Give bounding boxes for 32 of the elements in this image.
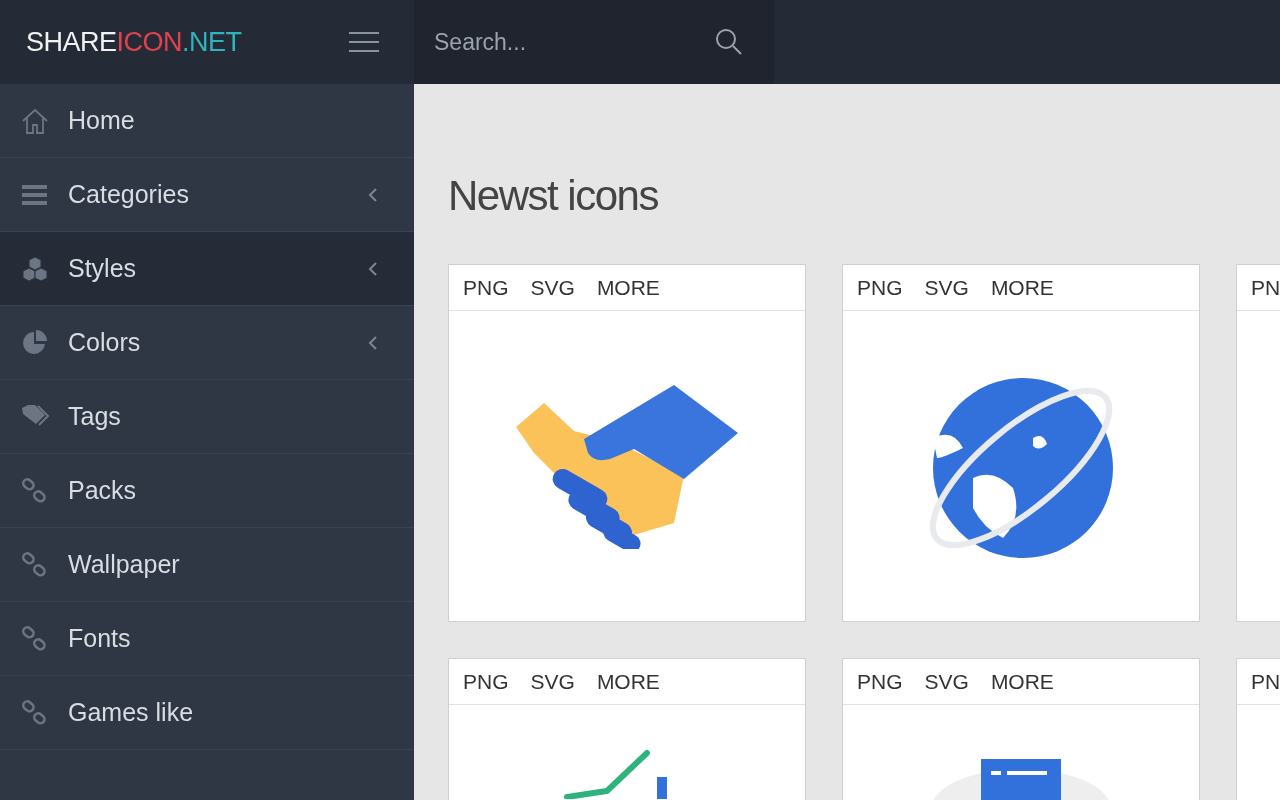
download-link[interactable]: MORE bbox=[990, 275, 1054, 300]
download-link[interactable]: PNG bbox=[857, 669, 903, 694]
sidebar-item[interactable]: Styles bbox=[0, 232, 414, 306]
menu-label: Home bbox=[68, 106, 136, 135]
download-link[interactable]: SVG bbox=[530, 275, 575, 300]
sidebar-item[interactable]: Colors bbox=[0, 306, 414, 380]
menu-label: Packs bbox=[68, 476, 138, 505]
site-logo[interactable]: SHAREICON.NET bbox=[26, 26, 242, 58]
search-field[interactable]: Search... bbox=[414, 0, 774, 84]
download-link[interactable]: PN bbox=[1251, 669, 1280, 694]
download-link[interactable]: PNG bbox=[463, 275, 509, 300]
menu-label: Colors bbox=[68, 328, 142, 357]
menu-icon[interactable] bbox=[348, 31, 380, 53]
sidebar-item[interactable]: Tags bbox=[0, 380, 414, 454]
menu-label: Games like bbox=[68, 698, 195, 727]
download-link[interactable]: PNG bbox=[857, 275, 903, 300]
download-link[interactable]: MORE bbox=[596, 275, 660, 300]
download-link[interactable]: PNG bbox=[463, 669, 509, 694]
menu-label: Fonts bbox=[68, 624, 132, 653]
section-heading: Newst icons bbox=[448, 172, 659, 220]
download-link[interactable]: PN bbox=[1251, 275, 1280, 300]
menu-label: Wallpaper bbox=[68, 550, 181, 579]
download-link[interactable]: SVG bbox=[924, 669, 969, 694]
download-link[interactable]: SVG bbox=[924, 275, 969, 300]
search-icon[interactable] bbox=[714, 27, 744, 57]
download-link[interactable]: MORE bbox=[596, 669, 660, 694]
menu-label: Categories bbox=[68, 180, 190, 209]
menu-label: Styles bbox=[68, 254, 138, 283]
menu-label: Tags bbox=[68, 402, 122, 431]
download-link[interactable]: SVG bbox=[530, 669, 575, 694]
download-link[interactable]: MORE bbox=[990, 669, 1054, 694]
handshake-icon bbox=[514, 383, 740, 549]
